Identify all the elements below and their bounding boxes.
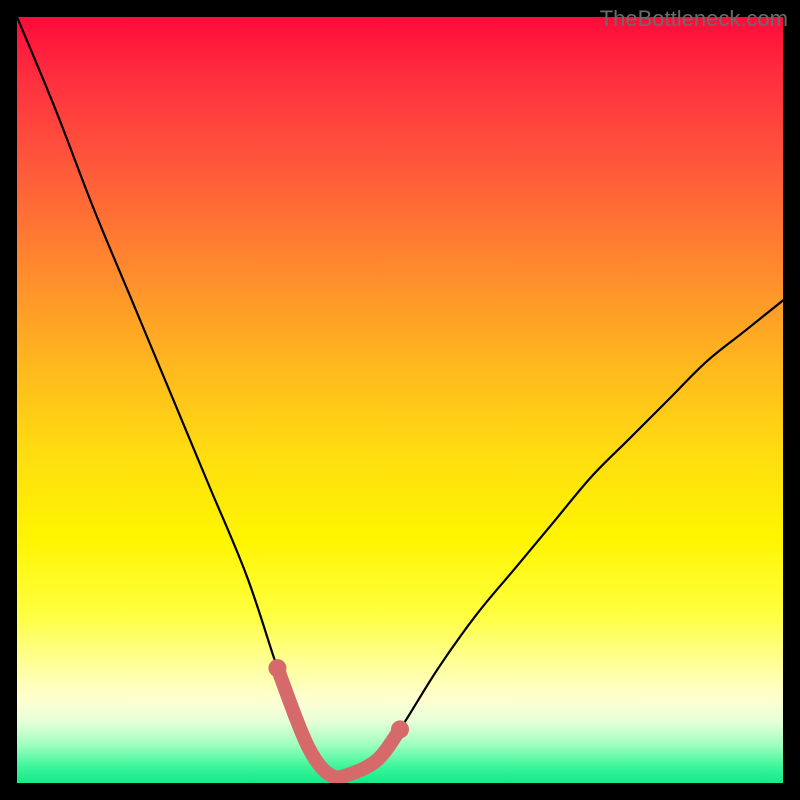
- chart-svg: [17, 17, 783, 783]
- highlight-trough-path: [277, 668, 400, 777]
- trough-endpoint-dot: [268, 659, 286, 677]
- trough-endpoint-dot: [391, 720, 409, 738]
- plot-area: [17, 17, 783, 783]
- watermark-text: TheBottleneck.com: [600, 6, 788, 32]
- bottleneck-curve-path: [17, 17, 783, 777]
